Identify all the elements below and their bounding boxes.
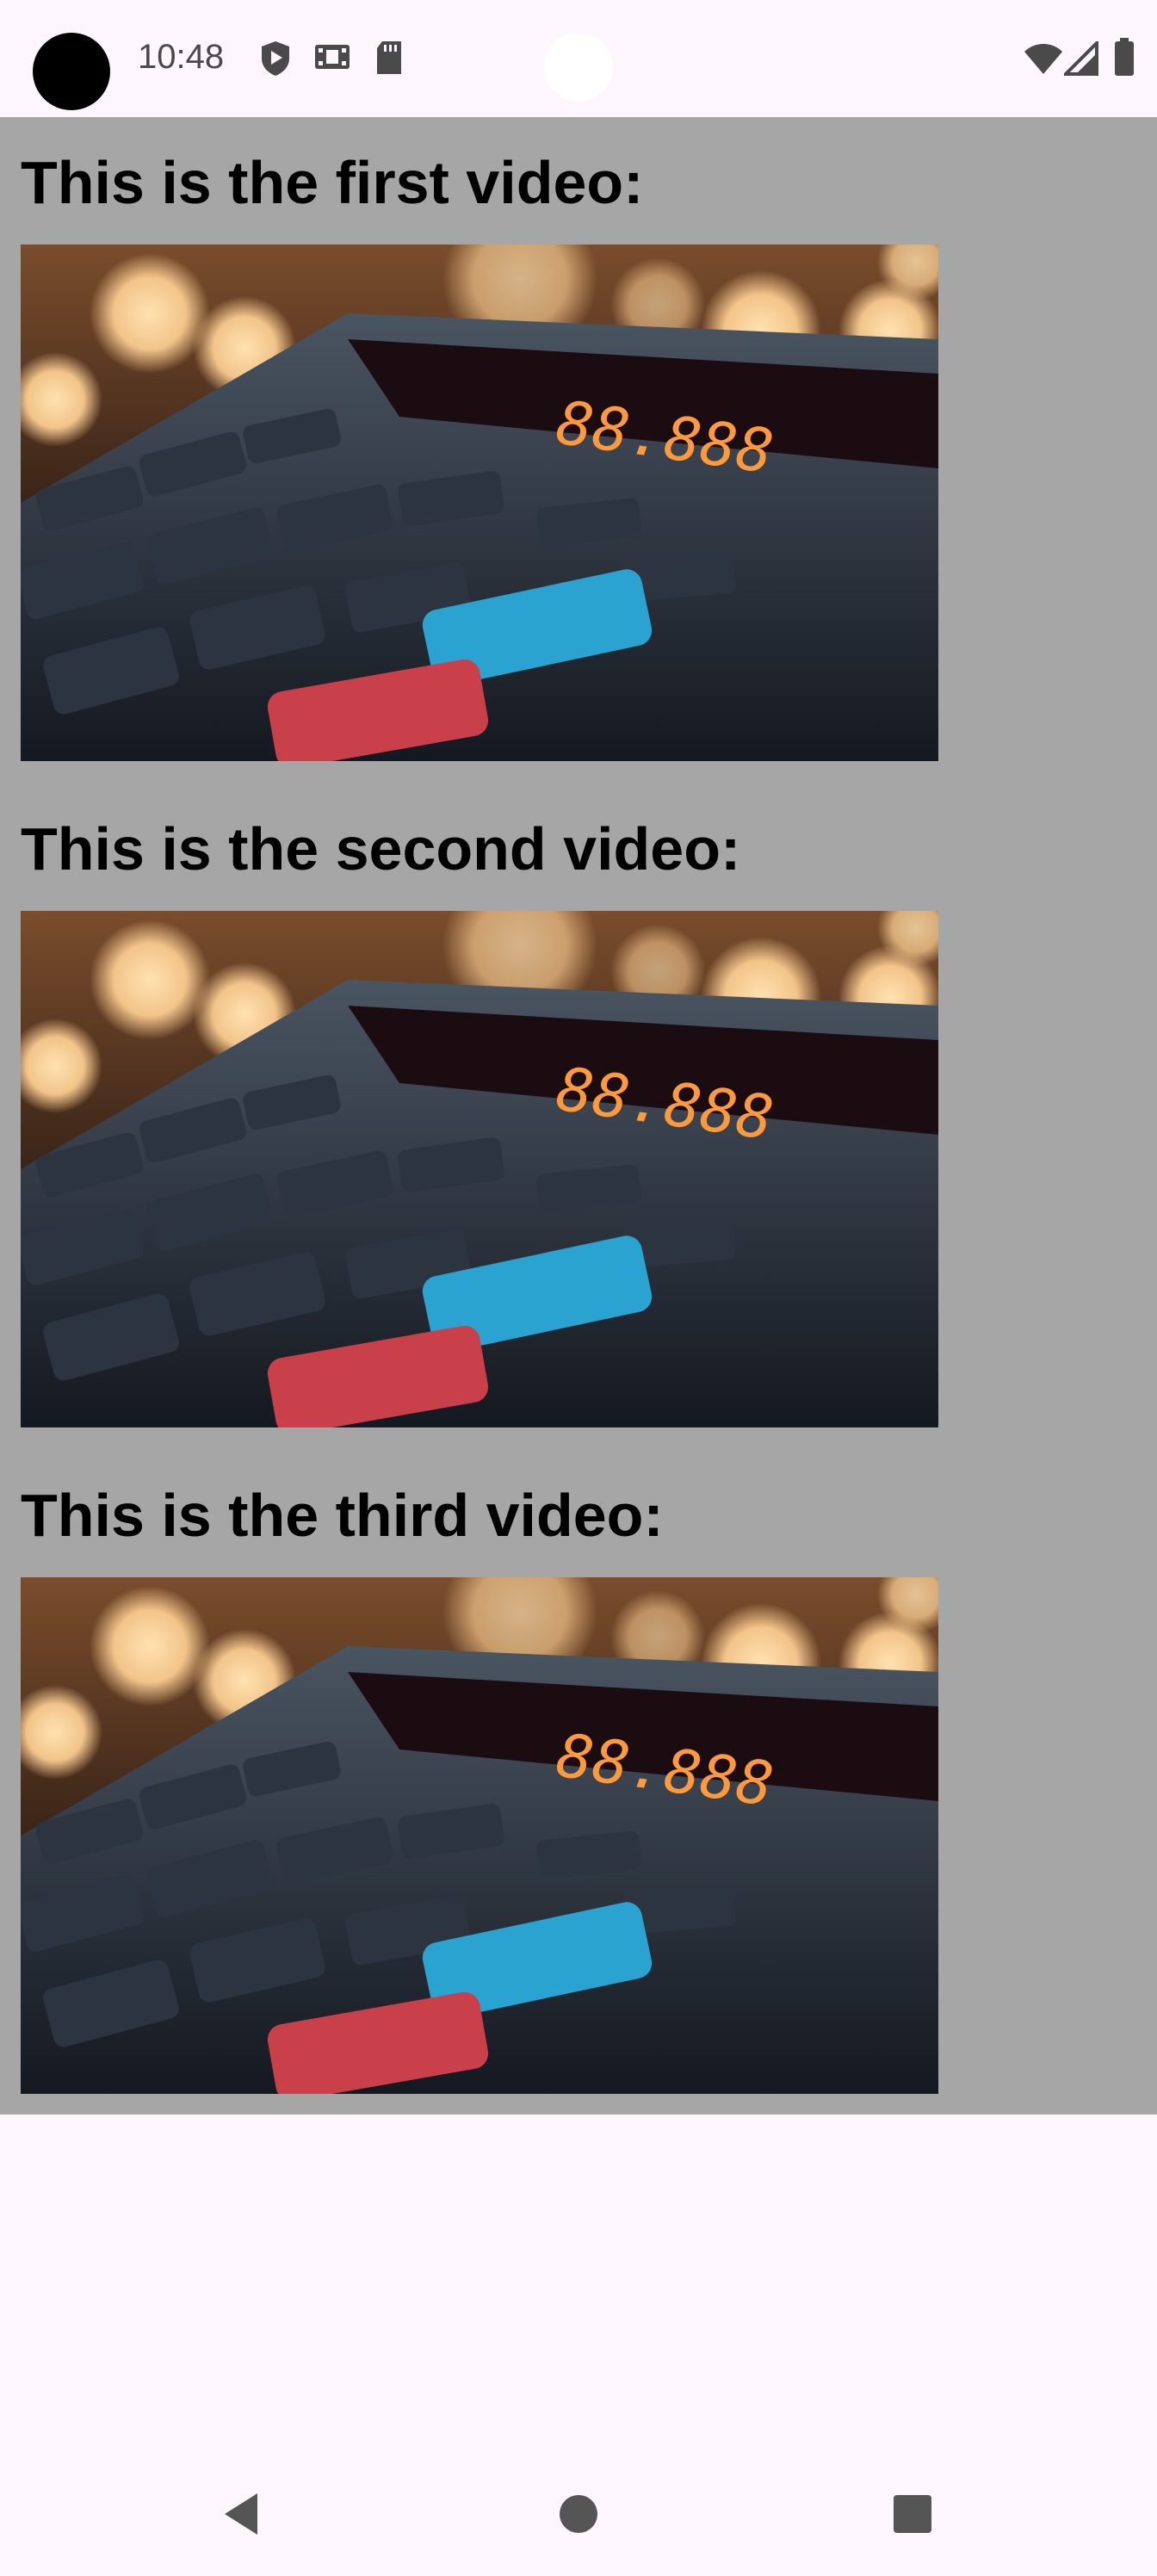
wifi-icon (1023, 41, 1064, 80)
video-heading-third: This is the third video: (21, 1482, 664, 1549)
back-button[interactable] (207, 2480, 275, 2548)
video-player-second[interactable]: 88.888 (21, 911, 938, 1427)
recents-icon (894, 2495, 931, 2533)
camera-cutout (544, 33, 613, 102)
status-time: 10:48 (138, 38, 225, 76)
recents-button[interactable] (878, 2480, 947, 2548)
status-bar: 10:48 (0, 0, 1157, 117)
cell-signal-icon (1061, 39, 1098, 80)
calculator-poster-image: 88.888 (21, 911, 938, 1427)
sd-card-icon (374, 40, 405, 80)
film-icon (313, 40, 351, 78)
video-player-first[interactable]: 88.888 (21, 245, 938, 761)
home-icon (560, 2495, 597, 2533)
webview-content: This is the first video: 88.888 This is … (0, 117, 1157, 2115)
video-player-third[interactable]: 88.888 (21, 1577, 938, 2094)
calculator-poster-image: 88.888 (21, 1577, 938, 2094)
back-icon (225, 2493, 257, 2535)
video-heading-first: This is the first video: (21, 149, 644, 216)
battery-icon (1114, 38, 1135, 80)
calculator-poster-image: 88.888 (21, 245, 938, 761)
home-button[interactable] (544, 2480, 613, 2548)
system-navigation-bar (0, 2452, 1157, 2576)
front-camera-dot (33, 33, 110, 110)
play-shield-icon (258, 40, 293, 82)
video-heading-second: This is the second video: (21, 815, 741, 882)
